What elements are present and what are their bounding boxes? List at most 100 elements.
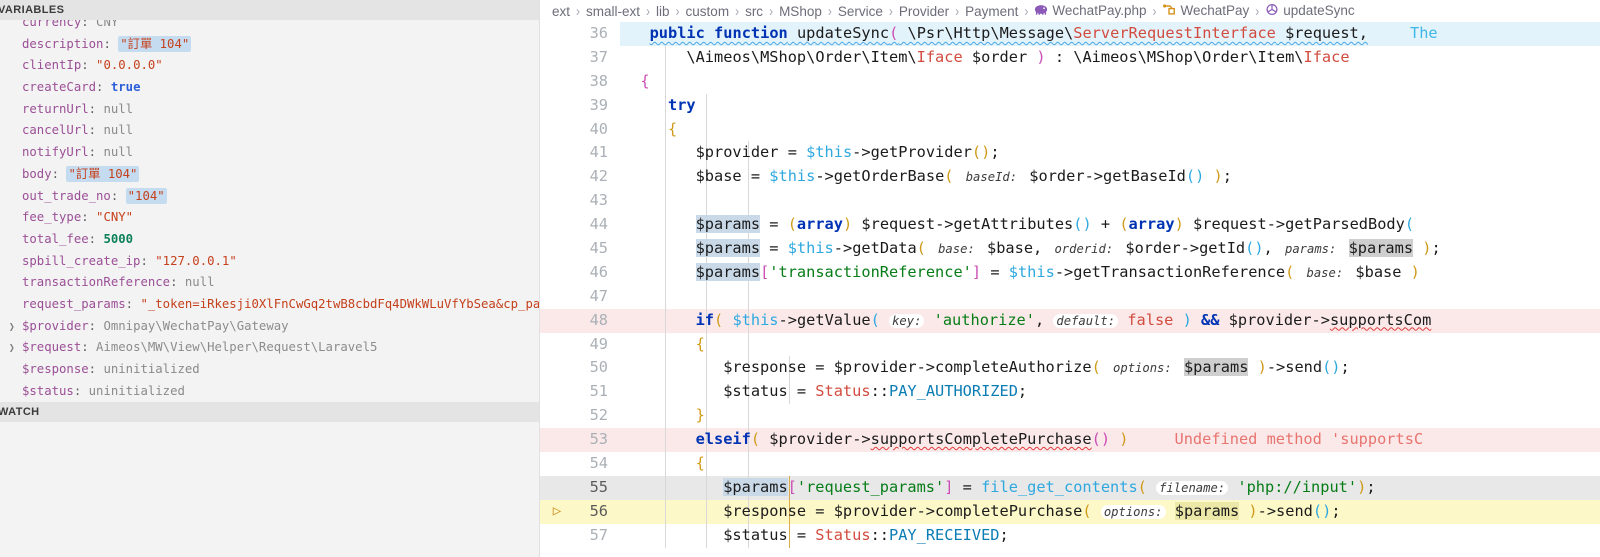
code-line-text[interactable]: $params = (array) $request->getAttribute…	[620, 213, 1600, 237]
breadcrumb-label: Payment	[965, 3, 1019, 19]
code-line-text[interactable]: if( $this->getValue( key: 'authorize', d…	[620, 309, 1600, 333]
code-line[interactable]: 57 $status = Status::PAY_RECEIVED;	[540, 523, 1600, 548]
code-line[interactable]: 37 \Aimeos\MShop\Order\Item\Iface $order …	[540, 45, 1600, 70]
watch-list[interactable]	[0, 422, 539, 557]
variable-row[interactable]: $status: uninitialized	[0, 381, 539, 402]
param-hint: default:	[1053, 313, 1119, 328]
code-line-text[interactable]: $params = $this->getData( base: $base, o…	[620, 237, 1600, 261]
variable-row[interactable]: total_fee: 5000	[0, 229, 539, 251]
variable-row[interactable]: cancelUrl: null	[0, 120, 539, 142]
breadcrumb-item-ext[interactable]: ext	[552, 4, 570, 19]
code-line[interactable]: 55 $params['request_params'] = file_get_c…	[540, 475, 1600, 500]
code-line-text[interactable]	[620, 189, 1600, 213]
code-line-text[interactable]: public function updateSync( \Psr\Http\Me…	[620, 22, 1600, 46]
code-line[interactable]: 42 $base = $this->getOrderBase( baseId: $…	[540, 165, 1600, 190]
variable-row[interactable]: currency: CNY	[0, 20, 539, 34]
code-line[interactable]: 43	[540, 189, 1600, 214]
code-line-text[interactable]: elseif( $provider->supportsCompletePurch…	[620, 428, 1600, 452]
code-line-text[interactable]: $status = Status::PAY_RECEIVED;	[620, 524, 1600, 548]
code-line-text[interactable]: }	[620, 404, 1600, 428]
breadcrumb-item-small-ext[interactable]: small-ext	[586, 4, 640, 19]
code-line[interactable]: 51 $status = Status::PAY_AUTHORIZED;	[540, 380, 1600, 405]
code-line[interactable]: 41 $provider = $this->getProvider();	[540, 141, 1600, 166]
code-line-text[interactable]: {	[620, 118, 1600, 142]
code-line[interactable]: 50 $response = $provider->completeAuthori…	[540, 356, 1600, 381]
code-line[interactable]: 47	[540, 284, 1600, 309]
execution-pointer-icon[interactable]: ▷	[548, 500, 566, 524]
watch-section-header[interactable]: WATCH	[0, 402, 539, 422]
breadcrumb-item-provider[interactable]: Provider	[899, 4, 949, 19]
code-line-text[interactable]: {	[620, 70, 1600, 94]
code-line-text[interactable]	[620, 285, 1600, 309]
variable-row[interactable]: request_params: "_token=iRkesji0XlFnCwGq…	[0, 294, 539, 316]
code-line-text[interactable]: $params['request_params'] = file_get_con…	[620, 476, 1600, 500]
variable-row[interactable]: body: "訂單 104"	[0, 164, 539, 186]
breadcrumb-item-service[interactable]: Service	[838, 4, 883, 19]
code-line[interactable]: 52}	[540, 404, 1600, 429]
code-line-text[interactable]: try	[620, 94, 1600, 118]
breadcrumb-item-wechatpay-php[interactable]: WechatPay.php	[1034, 3, 1146, 19]
code-line[interactable]: 38 {	[540, 69, 1600, 94]
code-line[interactable]: 45 $params = $this->getData( base: $base,…	[540, 237, 1600, 261]
breadcrumb[interactable]: ext › small-ext › lib › custom › src › MShop › Servi…	[540, 0, 1600, 22]
variable-name: $response	[22, 362, 89, 376]
code-line-text[interactable]: {	[620, 333, 1600, 357]
code-line-text[interactable]: $base = $this->getOrderBase( baseId: $or…	[620, 165, 1600, 189]
breadcrumb-label: src	[745, 3, 764, 19]
code-line-text[interactable]: {	[620, 452, 1600, 476]
breadcrumb-label: lib	[656, 3, 670, 19]
breadcrumb-item-updatesync[interactable]: updateSync	[1265, 3, 1355, 19]
code-line[interactable]: 53 elseif( $provider->supportsCompletePur…	[540, 428, 1600, 453]
breadcrumb-label: updateSync	[1283, 3, 1355, 18]
code-line[interactable]: 54 {	[540, 452, 1600, 476]
variable-row[interactable]: fee_type: "CNY"	[0, 207, 539, 229]
code-line-text[interactable]: $status = Status::PAY_AUTHORIZED;	[620, 380, 1600, 404]
code-line[interactable]: 44 $params = (array) $request->getAttribu…	[540, 213, 1600, 238]
variable-row[interactable]: ❯ $provider: Omnipay\WechatPay\Gateway	[0, 316, 539, 338]
variable-row[interactable]: $response: uninitialized	[0, 359, 539, 381]
chevron-right-icon[interactable]: ❯	[9, 316, 21, 338]
param-hint: options:	[1110, 361, 1175, 376]
code-line-text[interactable]: $response = $provider->completePurchase(…	[620, 500, 1600, 524]
variable-row[interactable]: returnUrl: null	[0, 99, 539, 121]
breadcrumb-item-mshop[interactable]: MShop	[779, 4, 822, 19]
chevron-right-icon[interactable]: ❯	[9, 337, 21, 359]
breadcrumb-item-payment[interactable]: Payment	[965, 4, 1018, 19]
line-number: 37	[589, 47, 608, 66]
param-hint: base:	[1303, 265, 1347, 280]
breadcrumb-label: Provider	[898, 3, 950, 19]
variables-list[interactable]: currency: CNY description: "訂單 104" client…	[0, 20, 539, 402]
breadcrumb-separator-icon: ›	[646, 2, 651, 20]
variable-row[interactable]: ❯ $request: Aimeos\MW\View\Helper\Request…	[0, 337, 539, 359]
ide-window: VARIABLES currency: CNY description: "訂單 …	[0, 0, 1600, 557]
breadcrumb-separator-icon: ›	[675, 2, 680, 20]
variable-row[interactable]: transactionReference: null	[0, 272, 539, 294]
breadcrumb-item-src[interactable]: src	[745, 4, 763, 19]
breadcrumb-separator-icon: ›	[1152, 2, 1157, 20]
code-line[interactable]: 36 public function updateSync( \Psr\Http\…	[540, 22, 1600, 46]
code-line[interactable]: ▷ 56 $response = $provider->completePurcha…	[540, 499, 1600, 524]
variable-row[interactable]: spbill_create_ip: "127.0.0.1"	[0, 251, 539, 273]
variable-row[interactable]: notifyUrl: null	[0, 142, 539, 164]
code-line[interactable]: 49 {	[540, 332, 1600, 357]
code-line-text[interactable]: $provider = $this->getProvider();	[620, 141, 1600, 165]
code-line-text[interactable]: $response = $provider->completeAuthorize…	[620, 356, 1600, 380]
code-line-text[interactable]: $params['transactionReference'] = $this-…	[620, 261, 1600, 285]
variables-section-header[interactable]: VARIABLES	[0, 0, 539, 20]
variable-name: clientIp	[22, 58, 82, 73]
variable-row[interactable]: createCard: true	[0, 77, 539, 99]
breadcrumb-item-custom[interactable]: custom	[686, 4, 730, 19]
breadcrumb-item-lib[interactable]: lib	[656, 4, 670, 19]
code-line[interactable]: 40 {	[540, 117, 1600, 142]
code-line[interactable]: 39 try	[540, 93, 1600, 118]
breadcrumb-item-wechatpay[interactable]: WechatPay	[1162, 3, 1249, 19]
code-content[interactable]: 36 public function updateSync( \Psr\Http\…	[540, 22, 1600, 557]
code-line[interactable]: 46 $params['transactionReference'] = $thi…	[540, 260, 1600, 285]
variable-name: currency	[22, 20, 82, 29]
variable-row[interactable]: clientIp: "0.0.0.0"	[0, 55, 539, 77]
code-line-text[interactable]: \Aimeos\MShop\Order\Item\Iface $order ) …	[620, 46, 1600, 70]
code-line[interactable]: 48 if( $this->getValue( key: 'authorize',…	[540, 308, 1600, 333]
variable-row[interactable]: out_trade_no: "104"	[0, 186, 539, 208]
variable-name: $request	[22, 340, 82, 355]
variable-row[interactable]: description: "訂單 104"	[0, 34, 539, 56]
